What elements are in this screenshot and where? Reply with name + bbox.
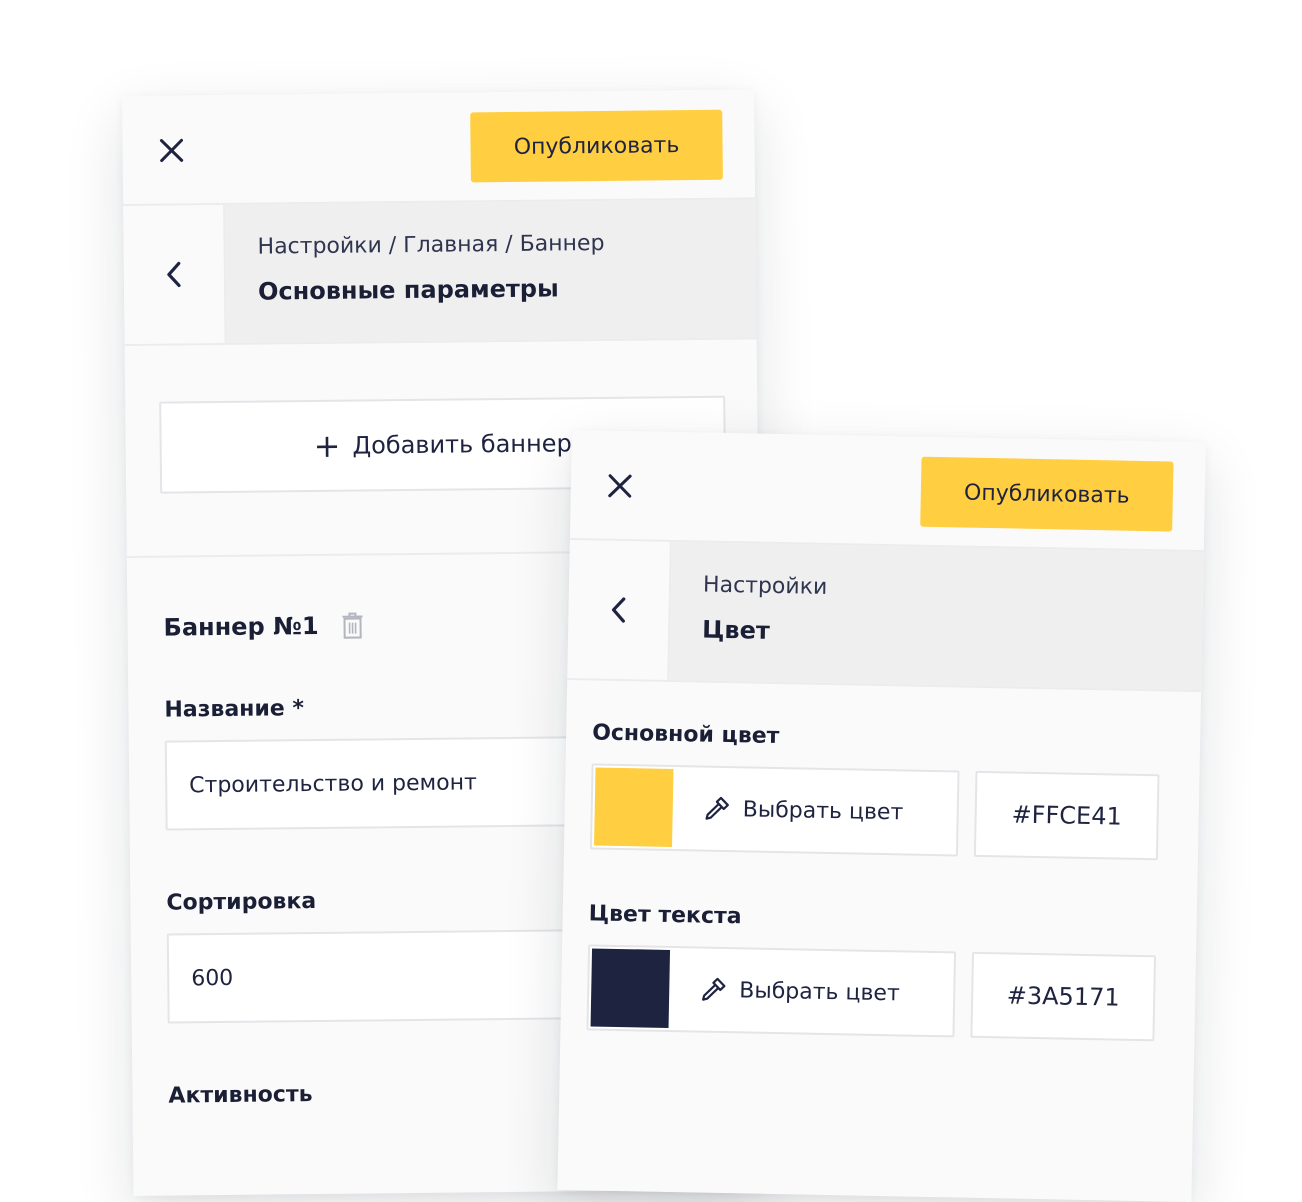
- banner-title: Баннер №1: [163, 611, 319, 642]
- close-button[interactable]: [156, 135, 186, 165]
- back-button[interactable]: [567, 539, 672, 680]
- chevron-left-icon: [167, 261, 181, 288]
- close-icon: [159, 138, 184, 163]
- breadcrumb-bar: Настройки Цвет: [567, 537, 1204, 693]
- breadcrumb-body: Настройки / Главная / Баннер Основные па…: [225, 199, 757, 343]
- close-button[interactable]: [605, 471, 636, 502]
- breadcrumb: Настройки: [702, 572, 828, 600]
- main-color-pick-label: Выбрать цвет: [742, 796, 904, 825]
- breadcrumb-bar: Настройки / Главная / Баннер Основные па…: [123, 197, 757, 346]
- text-color-pick-label: Выбрать цвет: [739, 977, 901, 1006]
- trash-icon[interactable]: [340, 611, 364, 639]
- back-button[interactable]: [123, 204, 227, 344]
- panel-main-topbar: Опубликовать: [122, 89, 755, 204]
- text-color-label: Цвет текста: [588, 901, 742, 930]
- text-color-hex-input[interactable]: [970, 951, 1157, 1042]
- page-title: Основные параметры: [257, 274, 559, 306]
- text-color-row: Выбрать цвет: [586, 944, 1196, 1042]
- publish-button[interactable]: Опубликовать: [470, 109, 723, 183]
- settings-panel-color: Опубликовать Настройки Цвет Основной цве…: [557, 430, 1206, 1202]
- main-color-picker-button[interactable]: Выбрать цвет: [589, 763, 960, 857]
- main-color-hex-input[interactable]: [973, 770, 1160, 861]
- text-color-pick-text: Выбрать цвет: [699, 976, 900, 1008]
- panel-color-topbar: Опубликовать: [570, 430, 1206, 550]
- eyedropper-icon: [705, 796, 729, 820]
- color-form: Основной цвет Выбрать цвет Цвет текста: [560, 680, 1201, 1042]
- page-title: Цвет: [701, 615, 771, 645]
- chevron-left-icon: [611, 597, 626, 623]
- eyedropper-icon: [701, 977, 726, 1001]
- main-color-swatch: [594, 767, 674, 847]
- close-icon: [608, 474, 632, 498]
- publish-button[interactable]: Опубликовать: [920, 456, 1174, 532]
- main-color-row: Выбрать цвет: [589, 763, 1200, 861]
- plus-icon: +: [313, 426, 341, 466]
- main-color-label: Основной цвет: [591, 720, 780, 750]
- breadcrumb-body: Настройки Цвет: [669, 541, 1204, 691]
- add-banner-label: Добавить баннер: [352, 429, 572, 460]
- text-color-swatch: [590, 948, 671, 1028]
- main-color-pick-text: Выбрать цвет: [702, 795, 904, 827]
- text-color-picker-button[interactable]: Выбрать цвет: [586, 944, 957, 1038]
- breadcrumb: Настройки / Главная / Баннер: [257, 230, 605, 260]
